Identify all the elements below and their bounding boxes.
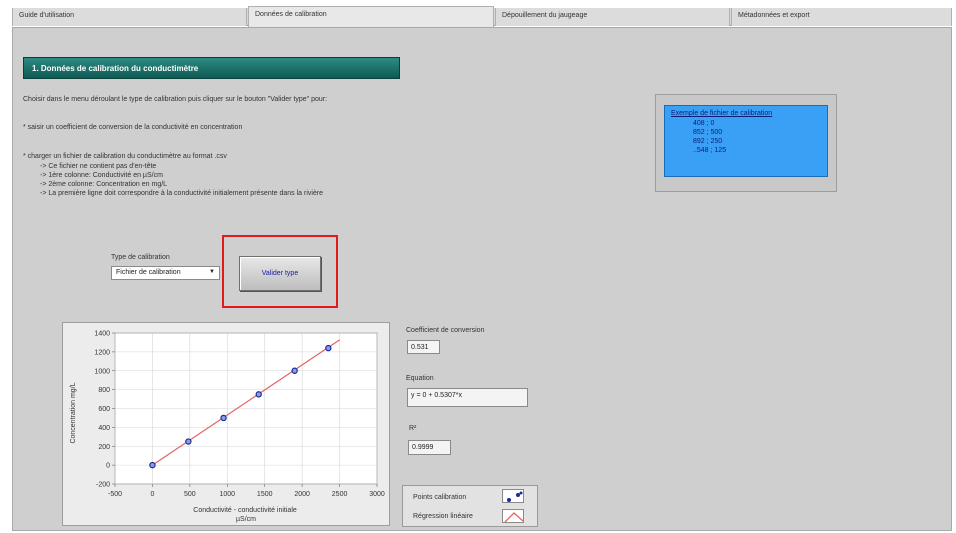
chevron-down-icon: ▼ (209, 269, 215, 275)
regression-swatch-icon (504, 512, 524, 523)
regression-swatch[interactable] (502, 509, 524, 523)
legend-points-label: Points calibration (413, 494, 467, 501)
tab-label: Données de calibration (255, 11, 327, 18)
tab-label: Dépouillement du jaugeage (502, 12, 588, 19)
chart-legend: Points calibration Régression linéaire (402, 485, 538, 527)
tab-guide[interactable]: Guide d'utilisation (12, 8, 247, 26)
tab-calibration[interactable]: Données de calibration (248, 6, 494, 27)
calibration-point (291, 367, 298, 374)
instructions-intro: Choisir dans le menu déroulant le type d… (23, 96, 328, 103)
calibration-type-select[interactable]: Fichier de calibration ▼ (111, 266, 220, 280)
y-tick-label: 1200 (94, 349, 110, 356)
calibration-point (325, 344, 332, 352)
y-tick-label: 1000 (94, 368, 110, 375)
y-tick-label: 600 (98, 406, 110, 413)
calibration-point (185, 438, 192, 445)
x-axis-label: Conductivité - conductivité initiale µS/… (193, 507, 298, 523)
section-title: 1. Données de calibration du conductimèt… (23, 57, 400, 79)
calibration-point (255, 391, 262, 398)
instructions-bullet-file: * charger un fichier de calibration du c… (23, 153, 227, 160)
example-line: 892 ; 250 (693, 138, 723, 145)
tab-depouillement[interactable]: Dépouillement du jaugeage (495, 8, 730, 26)
y-tick-label: 800 (98, 387, 110, 394)
instructions-sub-item: -> 1ère colonne: Conductivité en µS/cm (40, 172, 163, 179)
example-file-box: Exemple de fichier de calibration 408 ; … (655, 94, 837, 192)
calibration-point (149, 461, 156, 469)
tab-label: Métadonnées et export (738, 12, 810, 19)
example-title: Exemple de fichier de calibration (671, 110, 773, 117)
equation-label: Equation (406, 375, 434, 382)
x-tick-label: 1000 (219, 491, 235, 498)
calibration-type-label: Type de calibration (111, 254, 170, 261)
tab-label: Guide d'utilisation (19, 12, 75, 19)
y-tick-label: 0 (106, 463, 110, 470)
coefficient-label: Coefficient de conversion (406, 327, 485, 334)
y-tick-label: -200 (96, 482, 110, 489)
instructions-sub-item: -> La première ligne doit correspondre à… (40, 190, 324, 197)
x-tick-label: 0 (150, 491, 154, 498)
calibration-point (220, 414, 227, 422)
x-tick-label: 3000 (369, 491, 385, 498)
instructions-sub-item: -> 2ème colonne: Concentration en mg/L (40, 181, 168, 188)
y-axis-label: Concentration mg/L (70, 382, 77, 443)
legend-regression-label: Régression linéaire (413, 513, 473, 520)
x-tick-label: 2500 (332, 491, 348, 498)
validate-type-button[interactable]: Valider type (239, 256, 321, 291)
x-tick-label: 2000 (294, 491, 310, 498)
coefficient-field: 0.531 (407, 340, 440, 354)
instructions-sub-item: -> Ce fichier ne contient pas d'en-tête (40, 163, 157, 170)
equation-field: y = 0 + 0.5307*x (407, 388, 528, 407)
r2-field: 0.9999 (408, 440, 451, 455)
tab-metadonnees[interactable]: Métadonnées et export (731, 8, 952, 26)
x-tick-label: 1500 (257, 491, 273, 498)
instructions-bullet-coefficient: * saisir un coefficient de conversion de… (23, 124, 243, 131)
y-tick-label: 1400 (94, 331, 110, 338)
example-line: 852 ; 500 (693, 129, 723, 136)
r2-label: R² (409, 425, 417, 432)
example-file-content: Exemple de fichier de calibration 408 ; … (664, 105, 828, 177)
example-line: ..548 ; 125 (693, 147, 727, 154)
example-line: 408 ; 0 (693, 120, 715, 127)
points-swatch-icon (507, 491, 523, 502)
tab-bar: Guide d'utilisation Données de calibrati… (12, 6, 952, 27)
calibration-chart-svg: -500 0 500 1000 1500 2000 2500 3000 -200 0 200 400… (70, 331, 385, 524)
y-tick-label: 400 (98, 425, 110, 432)
x-tick-label: 500 (184, 491, 196, 498)
calibration-type-value: Fichier de calibration (116, 269, 181, 276)
calibration-chart: -500 0 500 1000 1500 2000 2500 3000 -200 0 200 400… (62, 322, 390, 526)
points-swatch[interactable] (502, 489, 524, 503)
x-tick-label: -500 (108, 491, 122, 498)
y-tick-label: 200 (98, 444, 110, 451)
